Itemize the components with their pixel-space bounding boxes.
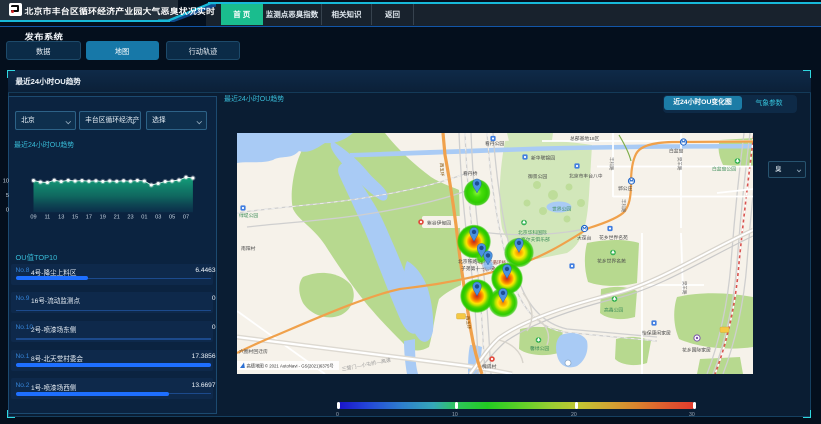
svg-text:绿堤公园: 绿堤公园 — [239, 212, 258, 219]
svg-text:花乡世界名苑: 花乡世界名苑 — [599, 234, 628, 241]
svg-text:大葆台: 大葆台 — [577, 234, 592, 241]
svg-text:19: 19 — [100, 214, 106, 220]
svg-text:23: 23 — [127, 214, 133, 220]
svg-text:10: 10 — [3, 179, 9, 185]
svg-text:03: 03 — [155, 214, 161, 220]
svg-text:15: 15 — [72, 214, 78, 220]
svg-text:01: 01 — [141, 214, 147, 220]
svg-text:5: 5 — [6, 193, 9, 199]
svg-text:13: 13 — [58, 214, 64, 220]
svg-text:新华联锦园: 新华联锦园 — [531, 154, 555, 161]
svg-text:17: 17 — [86, 214, 92, 220]
svg-text:花乡世界名苑: 花乡世界名苑 — [597, 257, 626, 264]
svg-text:六圈村回迁房: 六圈村回迁房 — [239, 348, 268, 355]
svg-text:樊羊路: 樊羊路 — [676, 157, 683, 171]
svg-text:白盆窑公园: 白盆窑公园 — [712, 165, 736, 172]
svg-text:馨绿公园: 馨绿公园 — [530, 345, 549, 352]
svg-text:09: 09 — [30, 214, 36, 220]
svg-text:0: 0 — [6, 208, 9, 214]
svg-text:世界公园: 世界公园 — [552, 205, 571, 212]
svg-text:看丹桥: 看丹桥 — [463, 170, 478, 177]
svg-text:槐房村: 槐房村 — [482, 363, 497, 370]
svg-text:怡保康闲家居: 怡保康闲家居 — [642, 329, 671, 336]
svg-text:高德地图 © 2021 AutoNavi - GS(2021: 高德地图 © 2021 AutoNavi - GS(2021)6375号 — [247, 362, 334, 369]
svg-text:紫谷伊甸园: 紫谷伊甸园 — [427, 219, 451, 226]
svg-text:丰科路: 丰科路 — [608, 157, 615, 171]
svg-text:11: 11 — [44, 214, 50, 220]
svg-text:21: 21 — [114, 214, 120, 220]
svg-text:05: 05 — [169, 214, 175, 220]
svg-text:丰科路: 丰科路 — [620, 199, 627, 213]
svg-text:御景公园: 御景公园 — [528, 173, 547, 180]
svg-text:总部基地18区: 总部基地18区 — [570, 135, 600, 142]
svg-text:北京华科国际: 北京华科国际 — [518, 229, 547, 236]
svg-text:樊羊路: 樊羊路 — [681, 281, 688, 295]
svg-text:白盆窑: 白盆窑 — [669, 147, 684, 154]
svg-text:北京市丰台八中: 北京市丰台八中 — [569, 172, 603, 179]
svg-text:花乡国际家居: 花乡国际家居 — [682, 346, 711, 353]
svg-text:郭公庄: 郭公庄 — [618, 185, 633, 192]
svg-text:07: 07 — [183, 214, 189, 220]
svg-text:高鑫公园: 高鑫公园 — [604, 306, 623, 313]
svg-text:南阳村: 南阳村 — [241, 245, 256, 252]
